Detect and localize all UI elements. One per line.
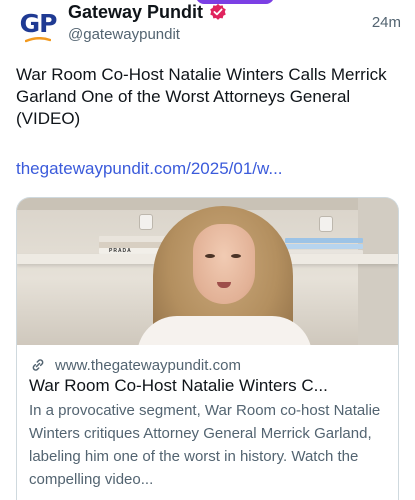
image-person-eye [205, 254, 215, 258]
image-person-face [193, 224, 255, 304]
link-preview-description: In a provocative segment, War Room co-ho… [29, 402, 381, 488]
image-person-shoulders [137, 316, 312, 345]
post-link[interactable]: thegatewaypundit.com/2025/01/w... [16, 159, 283, 179]
image-books [285, 237, 363, 255]
link-preview-domain-row: www.thegatewaypundit.com [29, 356, 386, 374]
link-preview-title[interactable]: War Room Co-Host Natalie Winters C... [29, 376, 386, 396]
avatar-logo-text: GP [19, 9, 58, 38]
image-wall [358, 198, 398, 345]
image-candle [319, 216, 333, 232]
post-text: War Room Co-Host Natalie Winters Calls M… [16, 65, 387, 128]
verified-badge-icon [210, 3, 226, 20]
link-preview-domain: www.thegatewaypundit.com [55, 356, 241, 374]
display-name[interactable]: Gateway Pundit [68, 2, 203, 23]
link-preview-image[interactable]: PRADA [17, 198, 398, 345]
avatar[interactable]: GP [17, 6, 59, 48]
avatar-swoosh-icon [25, 37, 51, 43]
image-person-eye [231, 254, 241, 258]
link-preview-meta[interactable]: www.thegatewaypundit.com War Room Co-Hos… [17, 345, 398, 491]
link-preview-card[interactable]: PRADA www.thegatewaypundit.com War Room … [16, 197, 399, 500]
author-name-row[interactable]: Gateway Pundit [68, 1, 227, 23]
author-handle[interactable]: @gatewaypundit [68, 26, 180, 43]
post-timestamp[interactable]: 24m [372, 14, 401, 31]
image-candle [139, 214, 153, 230]
link-icon [32, 359, 44, 371]
